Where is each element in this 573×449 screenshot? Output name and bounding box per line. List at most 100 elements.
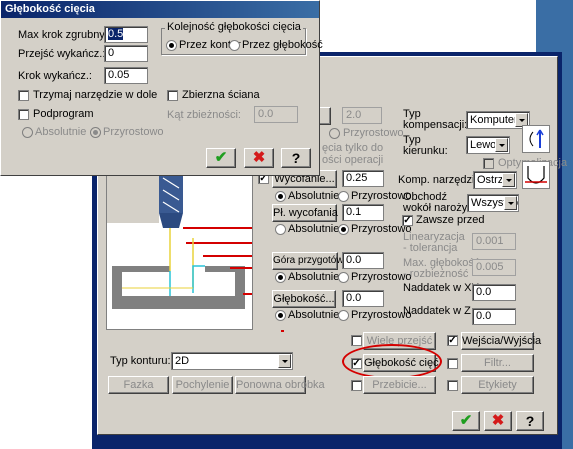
clearance-value-field[interactable]: 0.25 (342, 170, 384, 187)
always-before-label: Zawsze przed (416, 214, 485, 226)
always-before-checkbox[interactable]: ✓ (402, 215, 413, 226)
subprogram-incremental-radio (90, 127, 101, 138)
highlight-ellipse (342, 344, 442, 379)
stock-top-button[interactable]: Góra przygotówki (272, 252, 351, 270)
clearance-absolute-radio[interactable] (275, 191, 286, 202)
lead-inout-button[interactable]: Wejścia/Wyjścia (461, 332, 541, 350)
order-by-contour-radio[interactable] (166, 40, 177, 51)
compensation-icon (522, 125, 550, 153)
red-dot-marker (281, 330, 284, 332)
filter-checkbox[interactable] (447, 358, 458, 369)
tool-tip-icon (525, 166, 547, 184)
retract-button[interactable]: Pł. wycofania (272, 204, 338, 222)
comp-type-select[interactable]: Komputer (466, 111, 530, 129)
breakthrough-checkbox[interactable] (351, 380, 362, 391)
question-icon: ? (525, 413, 535, 429)
comp-type-label-2: kompensacji: (403, 119, 468, 131)
stock-top-absolute-radio[interactable] (275, 272, 286, 283)
ok-button[interactable]: ✔ (206, 148, 236, 168)
order-group-label: Kolejność głębokości cięcia (165, 21, 303, 34)
filter-button[interactable]: Filtr... (461, 354, 534, 372)
max-step-label: Max krok zgrubny: (18, 29, 108, 41)
multi-passes-checkbox[interactable] (351, 335, 362, 346)
main-help-button[interactable]: ? (516, 411, 544, 431)
clearance-absolute-label: Absolutnie (288, 190, 340, 202)
depth-button[interactable]: Głębokość... (272, 290, 336, 308)
optimize-checkbox (483, 158, 494, 169)
max-depth-var-label-2: - rozbieżność (403, 268, 469, 280)
help-button[interactable]: ? (281, 148, 311, 168)
lead-inout-checkbox[interactable]: ✓ (447, 335, 458, 346)
hold-tool-label: Trzymaj narzędzie w dole (33, 89, 158, 101)
partial-text-2: ości operacji (322, 154, 384, 166)
depth-absolute-radio[interactable] (275, 310, 286, 321)
finish-step-field[interactable]: 0.05 (104, 67, 148, 84)
subprogram-absolute-label: Absolutnie (35, 126, 87, 138)
main-cancel-button[interactable]: ✖ (484, 411, 512, 431)
labels-checkbox[interactable] (447, 380, 458, 391)
compensation-direction-icon (529, 129, 544, 148)
finish-pass-field[interactable]: 0 (104, 45, 148, 62)
taper-angle-field: 0.0 (254, 106, 298, 123)
retract-absolute-radio[interactable] (275, 224, 286, 235)
cancel-button[interactable]: ✖ (244, 148, 274, 168)
tip-comp-icon (522, 161, 550, 189)
taper-wall-label: Zbierzna ściana (182, 89, 260, 101)
partial-hidden-button[interactable] (319, 107, 331, 125)
stock-top-value-field[interactable]: 0.0 (342, 252, 384, 269)
roll-select[interactable]: Wszystko (467, 194, 519, 212)
chevron-down-icon[interactable] (504, 196, 517, 210)
order-by-depth-radio[interactable] (229, 40, 240, 51)
chevron-down-icon[interactable] (502, 173, 515, 187)
xy-stock-label: Naddatek w XY (403, 282, 479, 294)
xy-stock-field[interactable]: 0.0 (472, 284, 516, 301)
cross-icon: ✖ (252, 149, 266, 166)
retract-value-field[interactable]: 0.1 (342, 204, 384, 221)
chamfer-button[interactable]: Fazka (108, 376, 169, 394)
ramp-button[interactable]: Pochylenie (172, 376, 233, 394)
finish-step-label: Krok wykańcz.: (18, 70, 92, 82)
depth-absolute-label: Absolutnie (288, 309, 340, 321)
cross-icon: ✖ (491, 412, 505, 429)
labels-button[interactable]: Etykiety (461, 376, 534, 394)
retract-absolute-label: Absolutnie (288, 223, 340, 235)
max-step-field[interactable]: 0.5 (104, 26, 148, 43)
subprogram-checkbox[interactable] (18, 109, 29, 120)
title-bar: Głębokość cięcia (1, 1, 319, 18)
retract-incremental-radio[interactable] (338, 224, 349, 235)
subprogram-incremental-label: Przyrostowo (103, 126, 164, 138)
tip-comp-label: Komp. narzędzia (398, 174, 481, 186)
depth-incremental-radio[interactable] (338, 310, 349, 321)
direction-label-2: kierunku: (403, 145, 448, 157)
depth-value-field[interactable]: 0.0 (342, 290, 384, 307)
clearance-incremental-radio[interactable] (338, 191, 349, 202)
stock-top-absolute-label: Absolutnie (288, 271, 340, 283)
linearization-field: 0.001 (472, 233, 516, 250)
contour-type-label: Typ konturu: (110, 355, 171, 367)
subprogram-absolute-radio (22, 127, 33, 138)
main-ok-button[interactable]: ✔ (452, 411, 480, 431)
z-stock-field[interactable]: 0.0 (472, 308, 516, 325)
taper-wall-checkbox[interactable] (167, 90, 178, 101)
max-depth-var-field: 0.005 (472, 259, 516, 276)
tip-comp-select[interactable]: Ostrze (473, 171, 517, 189)
z-stock-label: Naddatek w Z (403, 305, 471, 317)
breakthrough-button[interactable]: Przebicie... (363, 376, 436, 394)
partial-value-field: 2.0 (342, 107, 382, 124)
partial-incremental-label: Przyrostowo (343, 127, 404, 139)
hold-tool-checkbox[interactable] (18, 90, 29, 101)
checkmark-icon: ✔ (459, 412, 473, 429)
remachining-button[interactable]: Ponowna obróbka (235, 376, 325, 394)
depth-cuts-dialog: Głębokość cięcia Max krok zgrubny: 0.5 P… (0, 0, 323, 176)
order-by-depth-label: Przez głębokość (242, 39, 323, 51)
partial-incremental-radio (329, 128, 340, 139)
subprogram-label: Podprogram (33, 108, 94, 120)
chevron-down-icon[interactable] (495, 138, 508, 152)
stock-top-incremental-radio[interactable] (338, 272, 349, 283)
chevron-down-icon[interactable] (278, 354, 291, 368)
direction-select[interactable]: Lewo (466, 136, 510, 154)
contour-type-select[interactable]: 2D (171, 352, 293, 370)
taper-angle-label: Kąt zbieżności: (167, 109, 241, 121)
checkmark-icon: ✔ (214, 149, 228, 166)
question-icon: ? (291, 150, 301, 166)
